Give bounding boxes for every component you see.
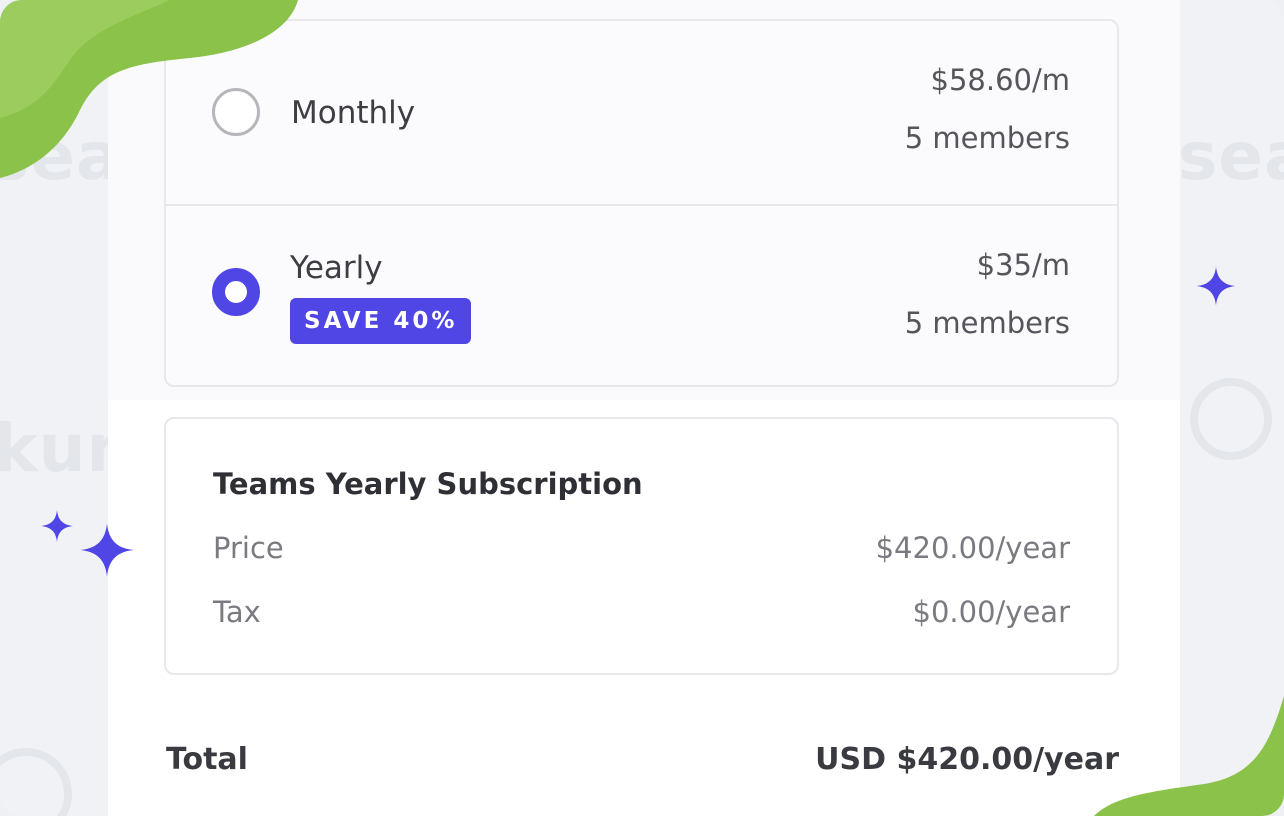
sparkle-icon xyxy=(80,523,134,577)
tax-value: $0.00/year xyxy=(912,595,1071,629)
background-watermark xyxy=(1190,378,1272,460)
order-summary: Teams Yearly Subscription Price $420.00/… xyxy=(164,417,1119,675)
price-value: $420.00/year xyxy=(875,531,1070,565)
yearly-radio[interactable] xyxy=(212,268,260,316)
tax-label: Tax xyxy=(213,595,261,629)
billing-plan-selector: Monthly $58.60/m 5 members Yearly SAVE 4… xyxy=(164,19,1119,387)
green-blob-decoration xyxy=(1094,696,1284,816)
sparkle-icon xyxy=(1196,266,1236,306)
background-watermark xyxy=(0,748,72,816)
plan-name: Monthly xyxy=(291,95,416,131)
total-label: Total xyxy=(166,742,248,777)
green-blob-decoration xyxy=(0,0,298,178)
plan-name: Yearly xyxy=(290,250,383,286)
plan-members: 5 members xyxy=(904,121,1070,155)
plan-price: $58.60/m xyxy=(930,63,1071,97)
summary-title: Teams Yearly Subscription xyxy=(213,467,643,501)
plan-option-yearly[interactable]: Yearly SAVE 40% $35/m 5 members xyxy=(166,206,1117,389)
plan-option-monthly[interactable]: Monthly $58.60/m 5 members xyxy=(166,21,1117,204)
background-watermark: ikur xyxy=(0,410,121,487)
sparkle-icon xyxy=(41,510,73,542)
background-watermark: sea xyxy=(1178,118,1284,195)
plan-price: $35/m xyxy=(976,248,1070,282)
plan-members: 5 members xyxy=(904,306,1070,340)
save-badge: SAVE 40% xyxy=(290,298,472,344)
total-value: USD $420.00/year xyxy=(815,742,1119,777)
screenshot-frame: sea ikur sea Monthly $58.60/m 5 members … xyxy=(0,0,1284,816)
price-label: Price xyxy=(213,531,284,565)
